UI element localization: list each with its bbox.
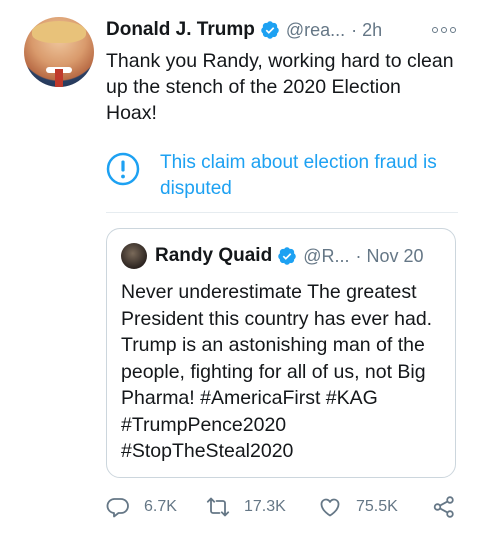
tweet-actions: 6.7K 17.3K 75.5K xyxy=(106,492,462,522)
more-options-icon[interactable] xyxy=(432,24,456,36)
info-icon xyxy=(106,152,140,186)
quoted-tweet-header: Randy Quaid @R... · Nov 20 xyxy=(155,242,424,270)
reply-icon xyxy=(106,498,129,518)
verified-badge-icon xyxy=(278,247,296,265)
divider xyxy=(106,212,458,213)
author-handle[interactable]: @rea... xyxy=(286,20,345,41)
quoted-tweet-time[interactable]: · Nov 20 xyxy=(355,246,423,267)
author-name[interactable]: Donald J. Trump xyxy=(106,19,255,41)
share-icon xyxy=(433,496,454,518)
reply-button[interactable]: 6.7K xyxy=(106,492,177,522)
tweet-time[interactable]: · 2h xyxy=(351,20,382,41)
disputed-claim-text[interactable]: This claim about election fraud is dispu… xyxy=(160,150,460,202)
like-count: 75.5K xyxy=(356,498,398,515)
quoted-author-avatar[interactable] xyxy=(121,243,147,269)
disputed-claim-notice[interactable]: This claim about election fraud is dispu… xyxy=(106,150,460,202)
verified-badge-icon xyxy=(261,21,279,39)
share-button[interactable] xyxy=(432,492,456,522)
like-button[interactable]: 75.5K xyxy=(318,492,398,522)
reply-count: 6.7K xyxy=(144,498,177,515)
like-icon xyxy=(320,498,340,517)
retweet-button[interactable]: 17.3K xyxy=(206,492,286,522)
tweet-header: Donald J. Trump @rea... · 2h xyxy=(106,16,382,44)
quoted-tweet[interactable]: Randy Quaid @R... · Nov 20 Never underes… xyxy=(106,228,456,478)
quoted-tweet-text: Never underestimate The greatest Preside… xyxy=(121,281,433,462)
tweet-text: Thank you Randy, working hard to clean u… xyxy=(106,50,454,124)
retweet-icon xyxy=(206,497,230,517)
retweet-count: 17.3K xyxy=(244,498,286,515)
quoted-author-name[interactable]: Randy Quaid xyxy=(155,245,272,267)
quoted-author-handle[interactable]: @R... xyxy=(303,246,349,267)
author-avatar[interactable] xyxy=(24,17,94,87)
